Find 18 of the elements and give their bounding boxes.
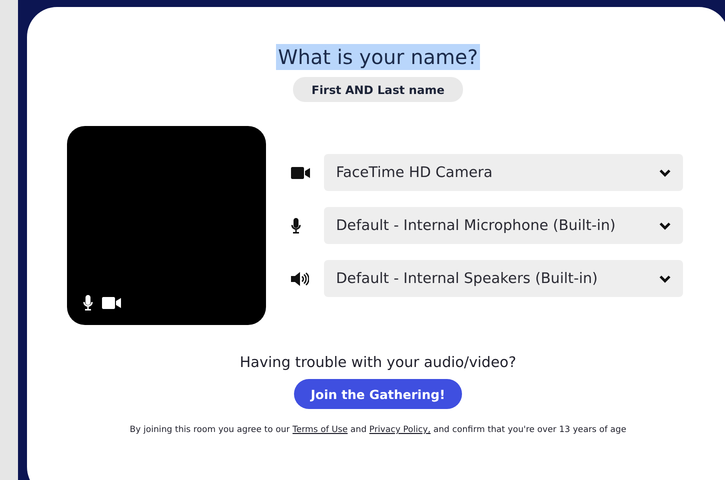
device-dropdown[interactable]: FaceTime HD Camera [324, 154, 683, 191]
camera-icon[interactable] [102, 297, 121, 309]
terms-link[interactable]: Terms of Use [292, 425, 348, 435]
name-field[interactable]: First AND Last name [293, 77, 463, 102]
chevron-down-icon [659, 274, 671, 282]
privacy-link[interactable]: Privacy Policy, [369, 425, 431, 435]
join-button[interactable]: Join the Gathering! [294, 379, 462, 409]
microphone-icon[interactable] [83, 295, 93, 311]
camera-icon [291, 166, 310, 178]
trouble-text: Having trouble with your audio/video? [240, 355, 516, 371]
device-dropdown[interactable]: Default - Internal Speakers (Built-in) [324, 260, 683, 297]
speaker-icon [291, 272, 309, 286]
chevron-down-icon [659, 222, 671, 230]
chevron-down-icon [659, 168, 671, 176]
microphone-icon [291, 218, 301, 234]
device-dropdown[interactable]: Default - Internal Microphone (Built-in) [324, 207, 683, 244]
heading: What is your name? [276, 44, 480, 70]
consent-text: By joining this room you agree to our Terms of Use and Privacy Policy, and confirm that you're over 13 years of age [130, 425, 626, 435]
